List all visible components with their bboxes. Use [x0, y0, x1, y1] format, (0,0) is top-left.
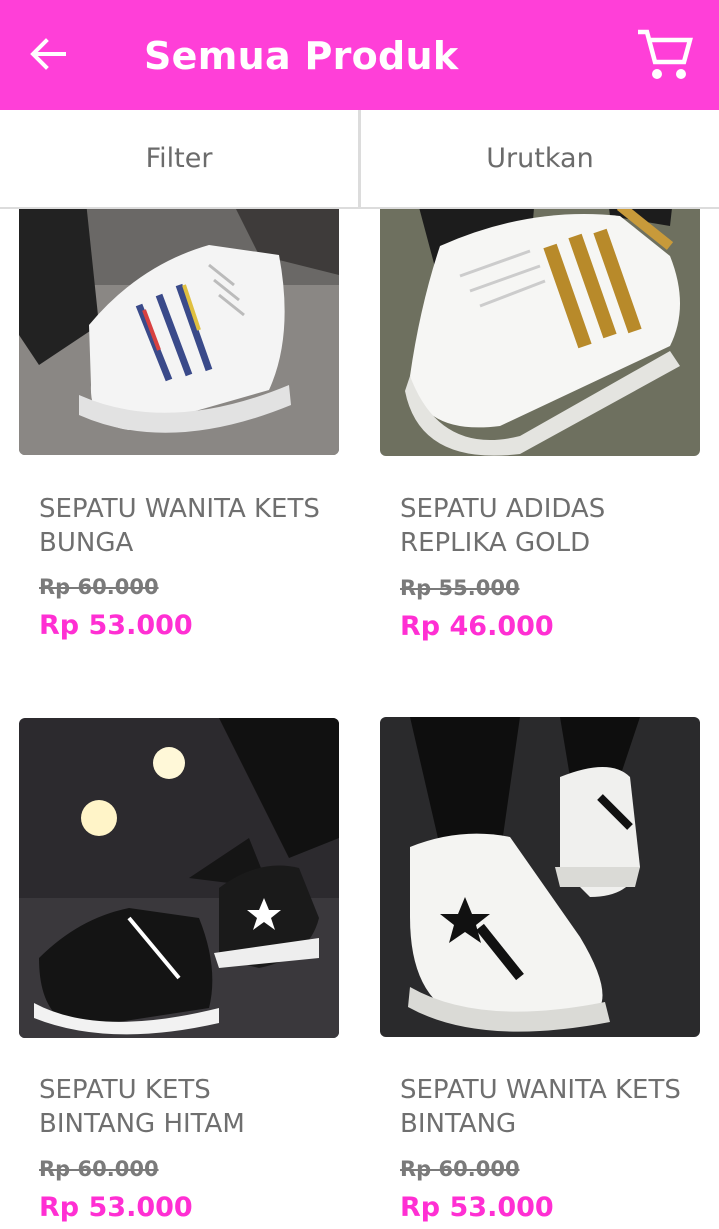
filter-button[interactable]: Filter	[0, 110, 358, 207]
page-title: Semua Produk	[144, 34, 459, 78]
shopping-cart-icon	[638, 29, 693, 79]
product-name: SEPATU WANITA KETS BINTANG	[400, 1075, 681, 1139]
arrow-left-icon	[30, 38, 66, 70]
product-image	[380, 717, 700, 1037]
product-price: Rp 53.000	[39, 1192, 193, 1223]
cart-button[interactable]	[634, 24, 694, 84]
product-old-price: Rp 60.000	[39, 1157, 159, 1181]
sort-button[interactable]: Urutkan	[361, 110, 719, 207]
product-old-price: Rp 55.000	[400, 576, 520, 600]
product-old-price: Rp 60.000	[39, 575, 159, 599]
product-name: SEPATU WANITA KETS BUNGA	[39, 494, 320, 558]
product-price: Rp 53.000	[400, 1192, 554, 1223]
app-bar: Semua Produk	[0, 0, 719, 110]
product-price: Rp 53.000	[39, 610, 193, 641]
product-name: SEPATU KETS BINTANG HITAM	[39, 1075, 245, 1139]
back-button[interactable]	[26, 32, 70, 76]
product-image	[19, 718, 339, 1038]
filter-sort-bar: Filter Urutkan	[0, 110, 719, 209]
product-name: SEPATU ADIDAS REPLIKA GOLD	[400, 494, 606, 558]
product-price: Rp 46.000	[400, 611, 554, 642]
product-old-price: Rp 60.000	[400, 1157, 520, 1181]
